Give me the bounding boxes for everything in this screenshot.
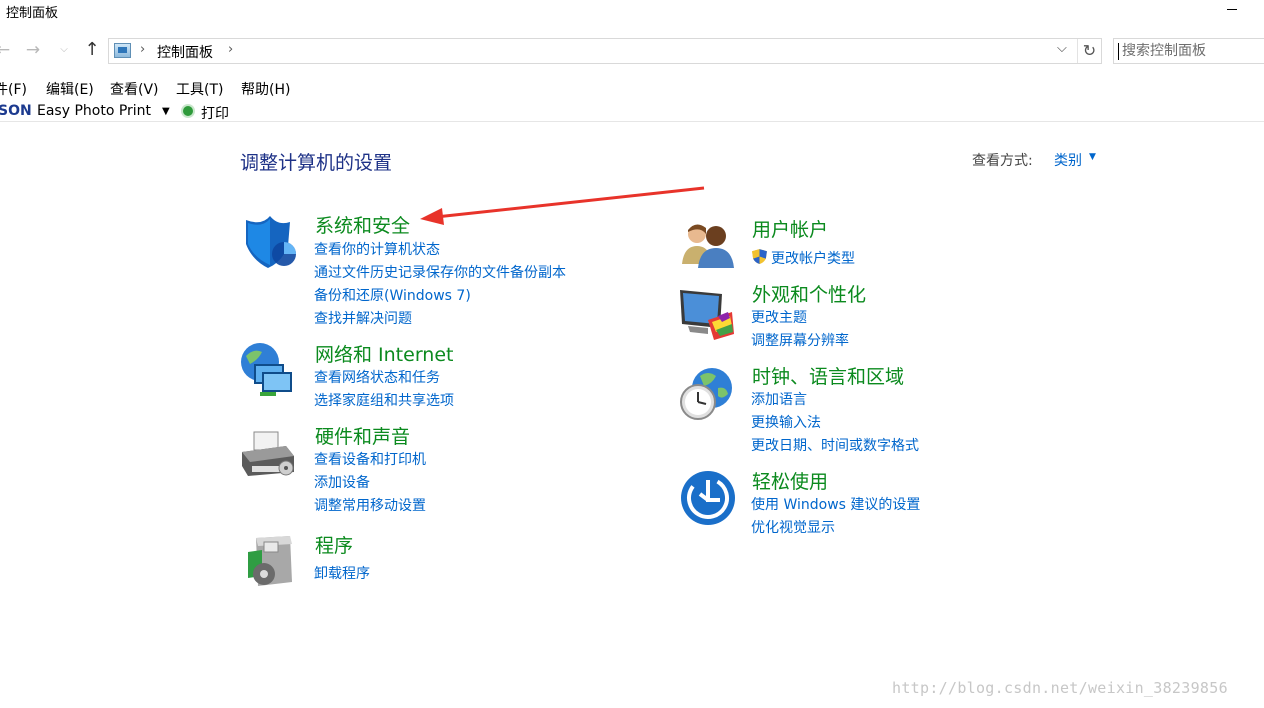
- link-troubleshoot[interactable]: 查找并解决问题: [314, 308, 412, 328]
- category-clock-language-region[interactable]: 时钟、语言和区域: [752, 362, 904, 389]
- page-title: 调整计算机的设置: [240, 152, 393, 174]
- menu-view[interactable]: 查看(V): [110, 79, 159, 99]
- category-hardware-sound[interactable]: 硬件和声音: [315, 422, 410, 449]
- clock-globe-icon[interactable]: [678, 366, 734, 422]
- recent-locations-chevron-icon[interactable]: ⌵: [53, 39, 75, 63]
- link-change-input-method[interactable]: 更换输入法: [751, 412, 821, 432]
- security-shield-icon[interactable]: [240, 214, 296, 270]
- forward-arrow-icon[interactable]: →: [22, 39, 44, 63]
- link-view-computer-status[interactable]: 查看你的计算机状态: [314, 239, 440, 259]
- title-bar: 控制面板: [0, 0, 1264, 30]
- print-button[interactable]: 打印: [201, 103, 229, 123]
- view-by-label: 查看方式:: [972, 153, 1033, 169]
- control-panel-icon: [114, 43, 131, 58]
- link-network-status[interactable]: 查看网络状态和任务: [314, 367, 440, 387]
- search-input[interactable]: [1122, 42, 1262, 60]
- refresh-icon[interactable]: ↻: [1077, 39, 1101, 63]
- link-change-theme[interactable]: 更改主题: [751, 307, 807, 327]
- users-icon[interactable]: [680, 216, 736, 272]
- ease-of-access-icon[interactable]: [680, 470, 736, 526]
- breadcrumb-control-panel[interactable]: 控制面板: [157, 42, 213, 62]
- epson-logo: SON: [0, 103, 32, 119]
- link-add-language[interactable]: 添加语言: [751, 389, 807, 409]
- view-by-dropdown-triangle-icon[interactable]: ▼: [1089, 152, 1096, 162]
- category-user-accounts[interactable]: 用户帐户: [752, 215, 828, 242]
- watermark: http://blog.csdn.net/weixin_38239856: [892, 679, 1228, 697]
- text-caret: [1118, 43, 1119, 60]
- view-by-dropdown[interactable]: 类别: [1054, 150, 1082, 170]
- link-homegroup-sharing[interactable]: 选择家庭组和共享选项: [314, 390, 454, 410]
- window-title: 控制面板: [6, 6, 59, 21]
- back-arrow-icon[interactable]: ←: [0, 39, 14, 63]
- link-mobility-settings[interactable]: 调整常用移动设置: [314, 495, 426, 515]
- dropdown-triangle-icon[interactable]: ▼: [162, 103, 170, 121]
- link-change-date-time-format[interactable]: 更改日期、时间或数字格式: [751, 435, 919, 455]
- minimize-button[interactable]: [1222, 0, 1264, 22]
- printer-icon[interactable]: [240, 428, 296, 484]
- easy-photo-print-button[interactable]: Easy Photo Print: [37, 103, 151, 119]
- link-uninstall-program[interactable]: 卸载程序: [314, 563, 370, 583]
- link-devices-printers[interactable]: 查看设备和打印机: [314, 449, 426, 469]
- up-arrow-icon[interactable]: ↑: [81, 39, 103, 63]
- address-bar[interactable]: › 控制面板 › ⌵ ↻: [108, 38, 1102, 64]
- epson-toolbar: SON Easy Photo Print ▼ 打印: [0, 102, 1264, 122]
- address-dropdown-chevron-icon[interactable]: ⌵: [1057, 41, 1067, 56]
- category-ease-of-access[interactable]: 轻松使用: [752, 467, 828, 494]
- link-optimize-visual-display[interactable]: 优化视觉显示: [751, 517, 835, 537]
- monitor-palette-icon[interactable]: [678, 286, 734, 342]
- menu-edit[interactable]: 编辑(E): [46, 79, 94, 99]
- category-programs[interactable]: 程序: [315, 531, 353, 558]
- link-file-history-backup[interactable]: 通过文件历史记录保存你的文件备份副本: [314, 262, 566, 282]
- category-network-internet[interactable]: 网络和 Internet: [315, 340, 453, 367]
- breadcrumb-separator[interactable]: ›: [140, 42, 145, 57]
- menu-file[interactable]: 件(F): [0, 79, 27, 99]
- network-globe-icon[interactable]: [240, 342, 296, 398]
- programs-box-icon[interactable]: [242, 532, 298, 588]
- link-add-device[interactable]: 添加设备: [314, 472, 370, 492]
- uac-shield-icon: [752, 249, 767, 264]
- menu-help[interactable]: 帮助(H): [241, 79, 290, 99]
- category-appearance-personalization[interactable]: 外观和个性化: [752, 280, 866, 307]
- menu-tools[interactable]: 工具(T): [176, 79, 223, 99]
- print-icon[interactable]: [181, 104, 195, 118]
- category-system-security[interactable]: 系统和安全: [315, 211, 410, 238]
- link-change-account-type[interactable]: 更改帐户类型: [771, 248, 855, 268]
- navigation-bar: ← → ⌵ ↑ › 控制面板 › ⌵ ↻: [0, 36, 1264, 66]
- link-screen-resolution[interactable]: 调整屏幕分辨率: [751, 330, 849, 350]
- link-backup-restore[interactable]: 备份和还原(Windows 7): [314, 285, 471, 305]
- breadcrumb-separator-end[interactable]: ›: [228, 42, 233, 57]
- link-recommended-settings[interactable]: 使用 Windows 建议的设置: [751, 494, 920, 514]
- search-box[interactable]: [1113, 38, 1264, 64]
